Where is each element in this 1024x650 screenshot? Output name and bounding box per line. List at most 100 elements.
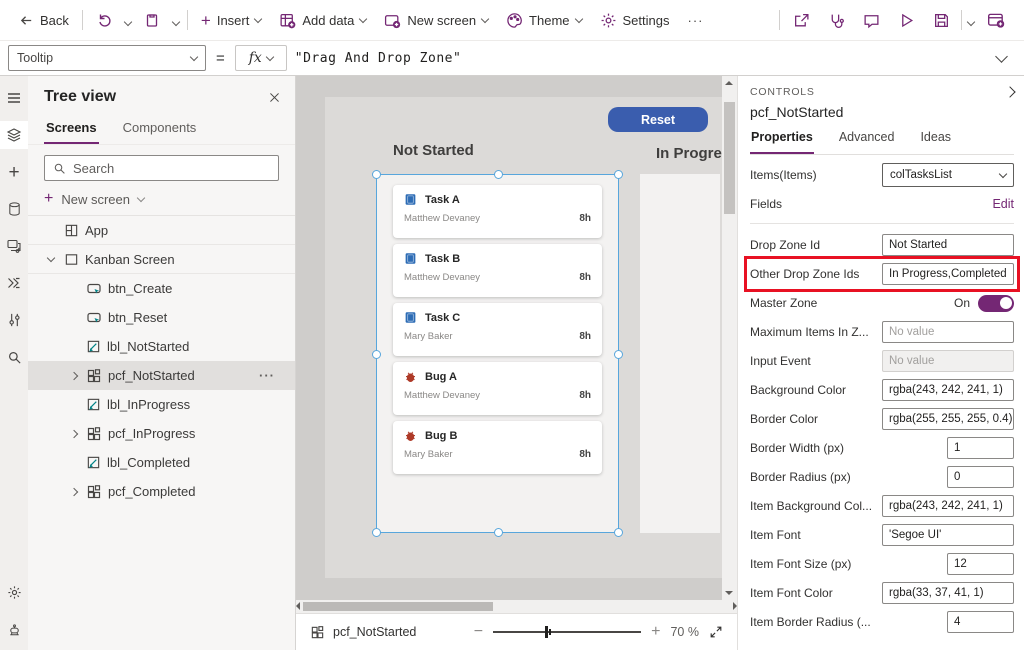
data-rail-button[interactable]	[0, 195, 28, 223]
scroll-right-arrow[interactable]	[733, 602, 737, 610]
tree-item-pcf_Completed[interactable]: pcf_Completed	[28, 477, 295, 506]
tree-item-Kanban Screen[interactable]: Kanban Screen	[28, 245, 295, 274]
tree-item-lbl_InProgress[interactable]: lbl_InProgress	[28, 390, 295, 419]
settings-button[interactable]: Settings	[591, 5, 679, 35]
expand-chevron-icon[interactable]	[44, 258, 58, 261]
canvas-workspace[interactable]: Reset Not Started In Progress Task AMatt…	[296, 76, 737, 650]
preview-button[interactable]	[889, 5, 924, 35]
property-input[interactable]: rgba(243, 242, 241, 1)	[882, 379, 1014, 401]
property-label: Items(Items)	[750, 168, 817, 182]
tab-ideas[interactable]: Ideas	[919, 130, 952, 154]
search-input[interactable]: Search	[44, 155, 279, 181]
tree-item-pcf_NotStarted[interactable]: pcf_NotStarted···	[28, 361, 295, 390]
property-input[interactable]: 12	[947, 553, 1014, 575]
tree-item-App[interactable]: App	[28, 216, 295, 245]
reset-button[interactable]: Reset	[608, 107, 708, 132]
tree-item-lbl_Completed[interactable]: lbl_Completed	[28, 448, 295, 477]
new-screen-tree-button[interactable]: + New screen	[44, 191, 279, 207]
zoom-in-button[interactable]: +	[651, 623, 660, 641]
property-input[interactable]: 'Segoe UI'	[882, 524, 1014, 546]
close-icon[interactable]	[268, 91, 281, 104]
app-checker-button[interactable]	[819, 5, 854, 35]
kanban-card-task-a[interactable]: Task AMatthew Devaney8h	[393, 185, 602, 238]
edit-fields-link[interactable]: Edit	[992, 197, 1014, 211]
scroll-up-arrow[interactable]	[725, 81, 733, 85]
add-data-button[interactable]: Add data	[270, 5, 375, 35]
power-automate-rail-button[interactable]	[0, 269, 28, 297]
new-screen-button[interactable]: New screen	[375, 5, 497, 35]
property-input[interactable]: rgba(243, 242, 241, 1)	[882, 495, 1014, 517]
tree-view-rail-button[interactable]	[0, 121, 28, 149]
share-button[interactable]	[784, 5, 819, 35]
media-rail-button[interactable]	[0, 232, 28, 260]
tab-properties[interactable]: Properties	[750, 130, 814, 154]
scroll-down-arrow[interactable]	[725, 591, 733, 595]
insert-button[interactable]: + Insert	[192, 5, 270, 35]
expand-chevron-icon[interactable]	[66, 431, 80, 437]
property-input[interactable]: Not Started	[882, 234, 1014, 256]
tab-screens[interactable]: Screens	[44, 114, 99, 144]
property-input[interactable]: 4	[947, 611, 1014, 633]
formula-bar-expand-chevron[interactable]	[995, 50, 1008, 63]
master-zone-toggle[interactable]: On	[954, 295, 1014, 312]
kanban-card-task-c[interactable]: Task CMary Baker8h	[393, 303, 602, 356]
tab-advanced[interactable]: Advanced	[838, 130, 896, 154]
chevron-down-icon	[999, 169, 1007, 177]
theme-button[interactable]: Theme	[497, 5, 590, 35]
fx-selector[interactable]: fx	[235, 45, 287, 71]
menu-button[interactable]	[0, 84, 28, 112]
pcf-control-icon	[86, 484, 102, 500]
horizontal-scroll-thumb[interactable]	[303, 602, 493, 611]
zoom-slider[interactable]	[493, 631, 641, 633]
back-button[interactable]: Back	[10, 5, 78, 35]
property-selector[interactable]: Tooltip	[8, 45, 206, 71]
search-rail-button[interactable]	[0, 343, 28, 371]
tab-components[interactable]: Components	[121, 114, 199, 144]
save-button[interactable]	[924, 5, 959, 35]
tree-item-btn_Reset[interactable]: btn_Reset	[28, 303, 295, 332]
property-input[interactable]: rgba(33, 37, 41, 1)	[882, 582, 1014, 604]
kanban-card-bug-a[interactable]: Bug AMatthew Devaney8h	[393, 362, 602, 415]
zoom-slider-thumb[interactable]	[545, 626, 548, 638]
property-input[interactable]: No value	[882, 321, 1014, 343]
expand-chevron-icon[interactable]	[66, 373, 80, 379]
zoom-out-button[interactable]: −	[474, 623, 483, 641]
scroll-left-arrow[interactable]	[296, 602, 300, 610]
expand-chevron-icon[interactable]	[66, 489, 80, 495]
settings-rail-button[interactable]	[0, 578, 28, 606]
property-input[interactable]: 1	[947, 437, 1014, 459]
property-input[interactable]: 0	[947, 466, 1014, 488]
toggle-switch[interactable]	[978, 295, 1014, 312]
property-input[interactable]: In Progress,Completed	[882, 263, 1014, 285]
vertical-scroll-thumb[interactable]	[724, 102, 735, 214]
undo-menu-chevron[interactable]	[121, 13, 135, 28]
comments-button[interactable]	[854, 5, 889, 35]
pcf-notstarted-drop-zone[interactable]: Task AMatthew Devaney8h Task BMatthew Dev…	[376, 174, 619, 533]
chevron-down-icon	[137, 193, 145, 201]
item-options-ellipsis[interactable]: ···	[259, 368, 287, 383]
save-menu-chevron[interactable]	[964, 13, 978, 28]
kanban-card-task-b[interactable]: Task BMatthew Devaney8h	[393, 244, 602, 297]
tree-item-btn_Create[interactable]: btn_Create	[28, 274, 295, 303]
horizontal-scrollbar[interactable]	[296, 600, 737, 613]
publish-button[interactable]	[978, 5, 1014, 35]
tree-item-lbl_NotStarted[interactable]: lbl_NotStarted	[28, 332, 295, 361]
fullscreen-expand-icon[interactable]	[709, 625, 723, 639]
undo-button[interactable]	[87, 5, 121, 35]
panel-collapse-chevron[interactable]	[1004, 86, 1015, 97]
more-commands-button[interactable]: ···	[679, 5, 713, 35]
vertical-scrollbar[interactable]	[722, 76, 737, 600]
kanban-card-bug-b[interactable]: Bug BMary Baker8h	[393, 421, 602, 474]
property-input[interactable]: rgba(255, 255, 255, 0.4)	[882, 408, 1014, 430]
in-progress-drop-zone[interactable]	[640, 174, 720, 533]
paste-button[interactable]	[135, 5, 169, 35]
virtual-agent-rail-button[interactable]	[0, 616, 28, 644]
tree-item-pcf_InProgress[interactable]: pcf_InProgress	[28, 419, 295, 448]
selected-control-name: pcf_NotStarted	[750, 104, 1014, 120]
advanced-tools-rail-button[interactable]	[0, 306, 28, 334]
new-screen-icon	[384, 12, 401, 29]
property-dropdown[interactable]: colTasksList	[882, 163, 1014, 187]
formula-input[interactable]: "Drag And Drop Zone"	[295, 51, 989, 66]
paste-menu-chevron[interactable]	[169, 13, 183, 28]
insert-rail-button[interactable]: +	[0, 158, 28, 186]
